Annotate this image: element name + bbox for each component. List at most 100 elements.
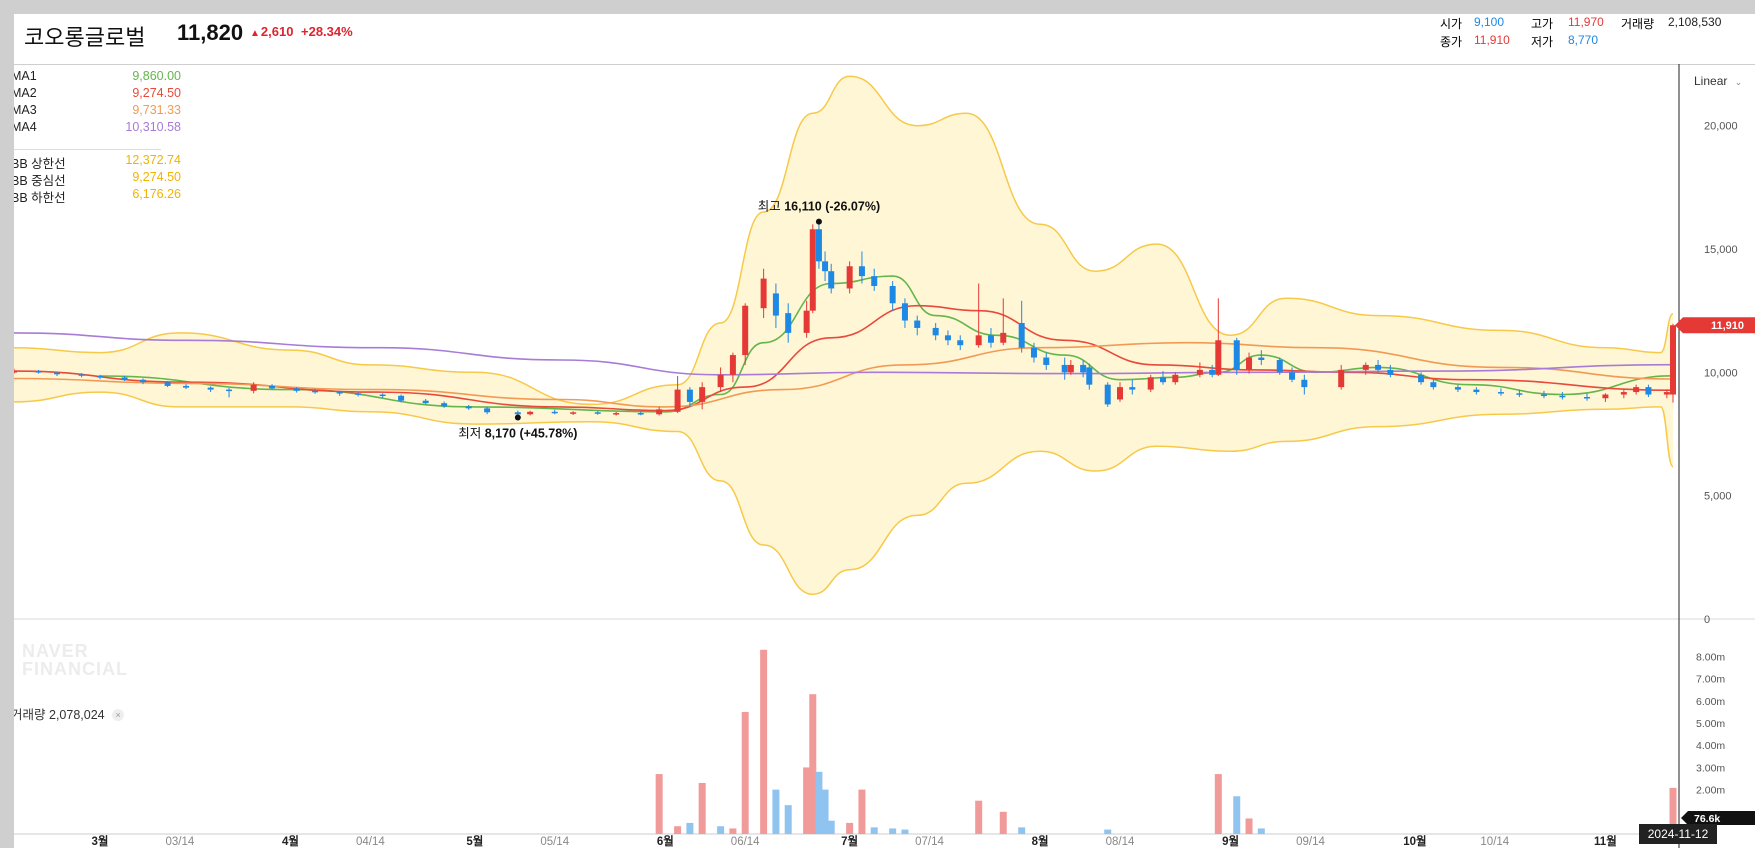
candle-body (1233, 340, 1240, 370)
candle-body (97, 375, 104, 378)
legend-divider (14, 149, 161, 150)
candle-body (1645, 387, 1652, 395)
candle-body (858, 266, 865, 277)
extreme-marker (815, 218, 822, 225)
candle-body (1301, 379, 1308, 388)
legend-name: MA2 (14, 86, 37, 100)
candle-body (1080, 364, 1087, 373)
candle-body (1670, 325, 1676, 395)
volume-bar (1245, 818, 1253, 834)
extreme-marker (514, 414, 521, 421)
x-tick-label: 11월 (1594, 834, 1617, 848)
price-chart[interactable]: 최고 16,110 (-26.07%) 최저 8,170 (+45.78%) 20… (14, 14, 1755, 848)
candle-body (269, 385, 276, 389)
extreme-label: 최고 16,110 (-26.07%) (758, 200, 880, 214)
candle-body (1129, 387, 1136, 390)
x-tick-label: 04/14 (356, 836, 385, 848)
hover-date-tag: 2024-11-12 (1639, 824, 1717, 844)
candle-body (1516, 393, 1523, 395)
x-tick-label: 10월 (1403, 834, 1426, 848)
x-tick-label: 06/14 (731, 836, 760, 848)
candle-body (54, 372, 61, 375)
candle-body (336, 392, 343, 394)
candle-body (379, 394, 386, 397)
candle-body (815, 229, 822, 262)
candle-body (1086, 367, 1093, 385)
volume-tick-label: 7.00m (1696, 674, 1725, 686)
legend-bb-upper: BB 상한선 12,372.74 (14, 153, 181, 171)
candle-body (1663, 392, 1670, 395)
candle-body (551, 411, 558, 414)
legend-value: 9,860.00 (132, 69, 181, 83)
volume-tick-label: 2.00m (1696, 785, 1725, 797)
candle-body (828, 271, 835, 289)
volume-bar (1214, 774, 1222, 834)
candle-body (901, 303, 908, 321)
candle-body (822, 261, 829, 272)
indicator-legend: MA1 9,860.00 MA2 9,274.50 MA3 9,731.33 M… (14, 69, 181, 209)
volume-bar (999, 811, 1007, 834)
legend-name: MA1 (14, 69, 37, 83)
legend-name: BB 하한선 (14, 191, 66, 205)
bollinger-band (14, 75, 1674, 596)
candle-body (1104, 384, 1111, 405)
volume-bar (821, 789, 829, 834)
scale-mode-select[interactable]: Linear ⌄ (1694, 74, 1742, 88)
candle-body (1000, 332, 1007, 343)
candle-body (1418, 374, 1425, 383)
legend-name: MA4 (14, 120, 37, 134)
x-tick-label: 9월 (1222, 834, 1239, 848)
watermark-line1: NAVER (22, 641, 89, 661)
candle-body (1258, 357, 1265, 360)
volume-panel-label: 거래량 2,078,024 × (14, 704, 125, 723)
legend-ma1: MA1 9,860.00 (14, 69, 181, 85)
candle-body (1387, 369, 1394, 375)
candle-body (164, 382, 171, 386)
candle-body (183, 385, 190, 388)
candle-body (889, 286, 896, 304)
candle-body (1196, 369, 1203, 375)
candle-body (1602, 394, 1609, 399)
legend-value: 12,372.74 (125, 153, 181, 167)
volume-bar (870, 827, 878, 834)
extreme-label: 최저 8,170 (+45.78%) (458, 426, 577, 440)
candle-body (932, 327, 939, 336)
volume-bar (889, 828, 897, 834)
volume-bar (655, 774, 663, 834)
candle-body (944, 335, 951, 341)
candle-body (250, 384, 257, 391)
volume-bar (784, 805, 792, 834)
candle-body (1030, 347, 1037, 358)
candle-body (1172, 374, 1179, 383)
candle-body (422, 400, 429, 404)
candle-body (699, 387, 706, 402)
x-tick-label: 07/14 (915, 836, 944, 848)
legend-value: 10,310.58 (125, 120, 181, 134)
volume-bar (1104, 829, 1112, 834)
candle-body (312, 390, 319, 393)
legend-value: 9,274.50 (132, 170, 181, 184)
candle-body (226, 389, 233, 392)
x-tick-label: 6월 (657, 834, 674, 848)
candle-body (975, 335, 982, 346)
candle-body (729, 355, 736, 375)
volume-bar (729, 828, 737, 834)
volume-tick-label: 6.00m (1696, 696, 1725, 708)
candle-body (527, 411, 534, 415)
bollinger-fill (14, 76, 1673, 595)
extreme-label-prefix: 최고 (758, 200, 784, 214)
candle-body (686, 389, 693, 402)
volume-bar (803, 767, 811, 834)
candle-body (207, 387, 214, 390)
candle-body (803, 310, 810, 333)
candle-body (441, 403, 448, 407)
candle-body (14, 371, 17, 373)
volume-bar (698, 782, 706, 834)
candle-body (484, 408, 491, 413)
volume-bar (717, 826, 725, 834)
volume-bar (858, 789, 866, 834)
extreme-label-value: 8,170 (+45.78%) (485, 426, 578, 440)
candle-body (514, 412, 521, 415)
close-icon[interactable]: × (112, 709, 125, 721)
candle-body (717, 374, 724, 388)
